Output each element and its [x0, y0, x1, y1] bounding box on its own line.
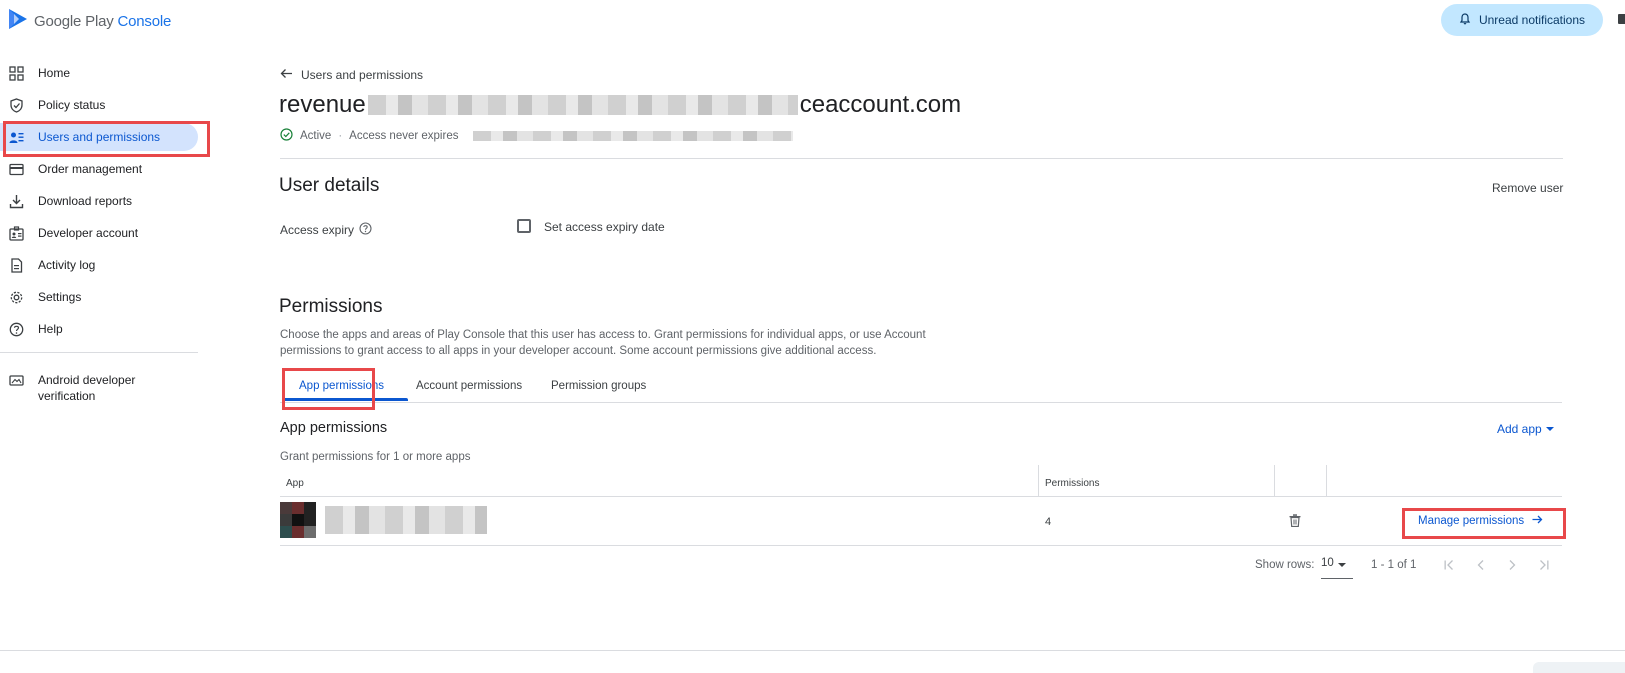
- set-access-expiry-label[interactable]: Set access expiry date: [544, 220, 665, 234]
- back-arrow-icon: [280, 67, 293, 83]
- dropdown-arrow-icon: [1337, 557, 1346, 572]
- grant-permissions-text: Grant permissions for 1 or more apps: [280, 451, 471, 463]
- logo-text: Google Play Console: [34, 13, 172, 30]
- play-logo-icon: [8, 8, 28, 35]
- highlight-box-tab: [282, 368, 375, 410]
- highlight-box-sidebar: [3, 121, 210, 157]
- sidebar-item-label: Android developer verification: [38, 373, 136, 403]
- bell-icon: [1459, 12, 1471, 28]
- document-icon: [9, 258, 24, 273]
- app-icon: [280, 502, 316, 538]
- rows-per-page-select[interactable]: 10: [1321, 557, 1353, 579]
- column-divider: [1274, 465, 1275, 496]
- sidebar-item-label: Policy status: [38, 98, 106, 112]
- sidebar-divider: [0, 352, 198, 353]
- last-page-icon[interactable]: [1538, 559, 1550, 571]
- help-circle-icon[interactable]: [359, 222, 372, 238]
- app-permissions-title: App permissions: [280, 420, 388, 436]
- sidebar-item-home[interactable]: Home: [0, 59, 198, 87]
- dropdown-arrow-icon: [1545, 422, 1554, 436]
- redacted-app-name: [325, 506, 487, 534]
- sidebar-item-settings[interactable]: Settings: [0, 283, 198, 311]
- unread-notifications-button[interactable]: Unread notifications: [1441, 4, 1603, 36]
- email-prefix: revenue: [279, 91, 366, 118]
- column-divider: [1326, 465, 1327, 496]
- developer-account-icon: [9, 226, 24, 241]
- footer-panel: [1533, 662, 1625, 673]
- sidebar-item-activity-log[interactable]: Activity log: [0, 251, 198, 279]
- column-divider: [1038, 465, 1039, 496]
- add-app-label: Add app: [1497, 422, 1542, 436]
- previous-page-icon[interactable]: [1475, 559, 1487, 571]
- sidebar-item-help[interactable]: Help: [0, 315, 198, 343]
- column-header-permissions: Permissions: [1045, 478, 1100, 489]
- highlight-box-manage-permissions: [1402, 508, 1566, 539]
- sidebar-item-developer-account[interactable]: Developer account: [0, 219, 198, 247]
- separator-dot: ·: [338, 130, 343, 142]
- play-console-logo[interactable]: Google Play Console: [8, 8, 171, 35]
- redacted-info: [473, 131, 794, 141]
- tab-account-permissions[interactable]: Account permissions: [416, 380, 522, 404]
- tab-permission-groups[interactable]: Permission groups: [551, 380, 646, 404]
- remove-user-button[interactable]: Remove user: [1492, 181, 1563, 195]
- breadcrumb-label: Users and permissions: [301, 68, 424, 82]
- page-title: revenue ceaccount.com: [279, 91, 961, 119]
- help-icon: [9, 322, 24, 337]
- sidebar-item-order-management[interactable]: Order management: [0, 155, 198, 183]
- access-expiry-status: Access never expires: [349, 130, 459, 142]
- sidebar-item-label: Activity log: [38, 258, 96, 272]
- header-divider: [280, 158, 1563, 159]
- sidebar-item-label: Order management: [38, 162, 143, 176]
- shield-icon: [9, 98, 24, 113]
- breadcrumb[interactable]: Users and permissions: [280, 67, 423, 83]
- permissions-description: Choose the apps and areas of Play Consol…: [280, 329, 926, 357]
- status-label: Active: [300, 130, 332, 142]
- tabs-divider: [280, 402, 1562, 403]
- set-access-expiry-checkbox[interactable]: [517, 219, 531, 233]
- credit-card-icon: [9, 162, 24, 177]
- column-header-app: App: [286, 478, 304, 489]
- sidebar-item-label: Download reports: [38, 194, 133, 208]
- account-avatar-icon[interactable]: [1617, 12, 1625, 26]
- redacted-email: [367, 95, 798, 115]
- table-row-divider: [280, 545, 1562, 546]
- table-header-divider: [280, 496, 1562, 497]
- user-status-row: Active · Access never expires: [280, 128, 794, 144]
- access-expiry-label: Access expiry: [280, 222, 372, 238]
- gear-icon: [9, 290, 24, 305]
- trash-icon[interactable]: [1289, 514, 1301, 527]
- sidebar-item-label: Help: [38, 322, 63, 336]
- sidebar-item-label: Developer account: [38, 226, 139, 240]
- footer-divider: [0, 650, 1625, 651]
- download-icon: [9, 194, 24, 209]
- verification-icon: [9, 373, 24, 388]
- permissions-title: Permissions: [279, 296, 383, 317]
- rows-per-page-value: 10: [1321, 557, 1334, 569]
- notifications-label: Unread notifications: [1478, 13, 1586, 27]
- sidebar-item-android-developer-verification[interactable]: Android developer verification: [0, 366, 198, 403]
- user-details-title: User details: [279, 175, 380, 196]
- email-suffix: ceaccount.com: [799, 91, 962, 118]
- sidebar-item-label: Home: [38, 66, 71, 80]
- access-expiry-text: Access expiry: [280, 223, 355, 237]
- sidebar-item-label: Settings: [38, 290, 82, 304]
- permissions-count: 4: [1045, 516, 1052, 528]
- pagination-range: 1 - 1 of 1: [1371, 559, 1417, 571]
- show-rows-label: Show rows:: [1255, 559, 1315, 571]
- first-page-icon[interactable]: [1443, 559, 1455, 571]
- add-app-button[interactable]: Add app: [1497, 422, 1554, 436]
- sidebar-item-policy-status[interactable]: Policy status: [0, 91, 198, 119]
- next-page-icon[interactable]: [1506, 559, 1518, 571]
- check-circle-icon: [280, 128, 293, 144]
- sidebar-item-download-reports[interactable]: Download reports: [0, 187, 198, 215]
- grid-icon: [9, 66, 24, 81]
